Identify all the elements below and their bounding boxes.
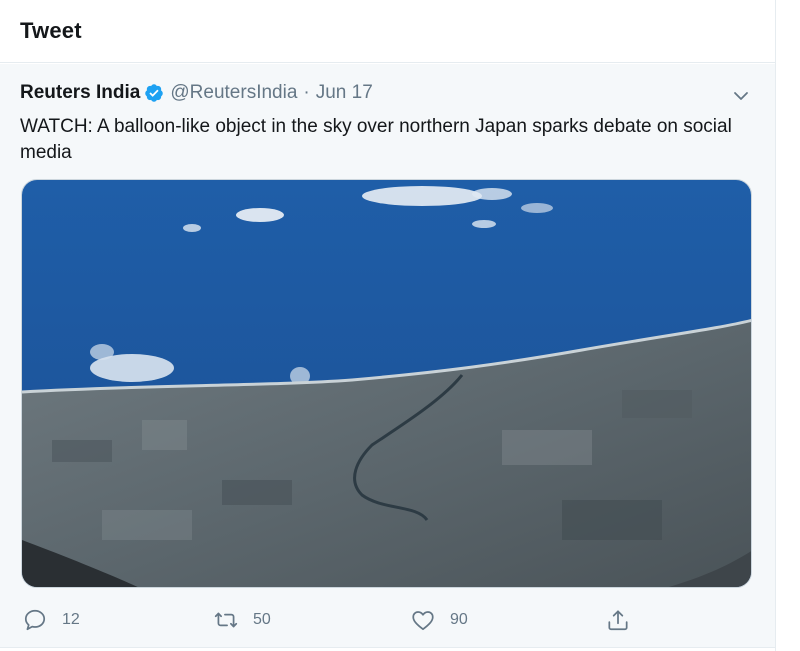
- share-icon: [605, 607, 631, 633]
- reply-button[interactable]: 12: [22, 602, 80, 638]
- author-name[interactable]: Reuters India: [20, 82, 140, 104]
- reply-count: 12: [62, 611, 80, 628]
- tweet-date[interactable]: Jun 17: [316, 82, 373, 104]
- tweet-card[interactable]: Reuters India @ReutersIndia · Jun 17 WAT…: [0, 64, 775, 648]
- share-button[interactable]: [605, 602, 631, 638]
- author-handle[interactable]: @ReutersIndia: [170, 82, 297, 104]
- tweet-video[interactable]: [21, 179, 752, 588]
- heart-icon: [410, 607, 436, 633]
- like-button[interactable]: 90: [410, 602, 468, 638]
- aerial-coast-image: [22, 180, 751, 587]
- tweet-actions: 12 50 90: [0, 602, 775, 638]
- retweet-button[interactable]: 50: [213, 602, 271, 638]
- retweet-count: 50: [253, 611, 271, 628]
- like-count: 90: [450, 611, 468, 628]
- timeline-column: Tweet Reuters India @ReutersIndia · Jun …: [0, 0, 776, 651]
- page-title: Tweet: [20, 18, 82, 43]
- page-header: Tweet: [0, 0, 775, 63]
- header-separator: ·: [303, 82, 310, 103]
- page: Tweet Reuters India @ReutersIndia · Jun …: [0, 0, 800, 651]
- chevron-down-icon[interactable]: [731, 86, 751, 106]
- retweet-icon: [213, 607, 239, 633]
- tweet-header: Reuters India @ReutersIndia · Jun 17: [20, 82, 373, 104]
- reply-icon: [22, 607, 48, 633]
- tweet-text: WATCH: A balloon-like object in the sky …: [20, 116, 732, 163]
- verified-badge-icon: [144, 83, 164, 103]
